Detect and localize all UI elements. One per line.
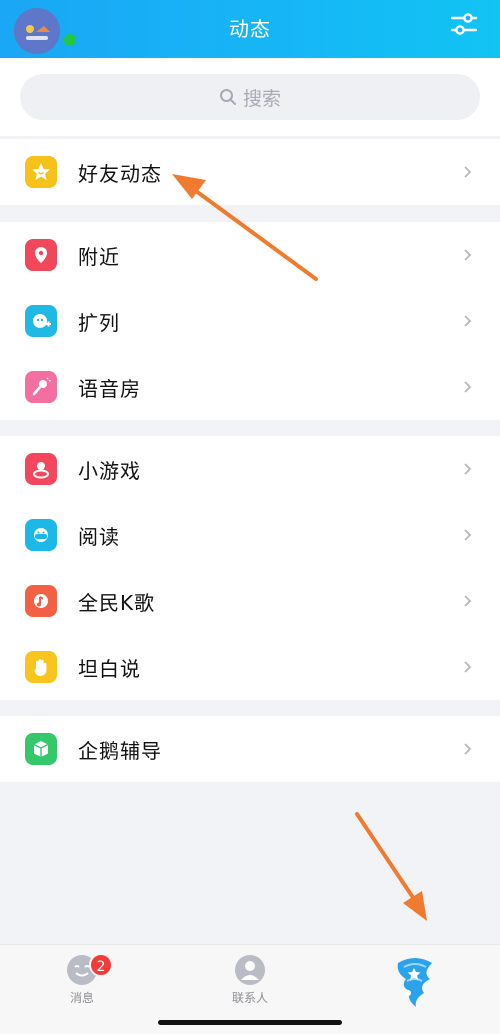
unread-badge: 2 [89, 953, 113, 977]
menu-item-tutoring[interactable]: 企鹅辅导 [0, 716, 500, 782]
chevron-right-icon [464, 529, 472, 541]
menu-group-entertainment: 小游戏 阅读 全民K歌 坦白说 [0, 436, 500, 700]
settings-button[interactable] [448, 8, 480, 40]
chevron-right-icon [464, 661, 472, 673]
menu-item-label: 全民K歌 [78, 590, 156, 615]
hand-icon [25, 651, 57, 683]
tab-label: 消息 [69, 991, 94, 1005]
search-placeholder: 搜索 [242, 87, 281, 110]
tab-messages[interactable]: 2 消息 [42, 953, 122, 1006]
tab-label: 联系人 [231, 991, 268, 1005]
location-pin-icon [25, 239, 57, 271]
header-bar: 动态 [0, 0, 500, 58]
tab-contacts[interactable]: 联系人 [210, 953, 290, 1006]
contacts-icon [235, 955, 265, 985]
chevron-right-icon [464, 595, 472, 607]
menu-group-social: 附近 扩列 语音房 [0, 222, 500, 420]
menu-item-label: 坦白说 [78, 656, 141, 681]
menu-item-nearby[interactable]: 附近 [0, 222, 500, 288]
menu-item-label: 企鹅辅导 [78, 738, 162, 763]
book-mask-icon [25, 519, 57, 551]
menu-item-label: 阅读 [78, 524, 120, 549]
microphone-icon [25, 371, 57, 403]
menu-item-label: 附近 [78, 244, 120, 269]
chevron-right-icon [464, 315, 472, 327]
home-indicator [158, 1020, 342, 1025]
menu-item-label: 小游戏 [78, 458, 141, 483]
menu-item-label: 扩列 [78, 310, 120, 335]
menu-item-voice-room[interactable]: 语音房 [0, 354, 500, 420]
chevron-right-icon [464, 743, 472, 755]
menu-item-label: 语音房 [78, 376, 141, 401]
menu-item-mini-games[interactable]: 小游戏 [0, 436, 500, 502]
menu-item-confession[interactable]: 坦白说 [0, 634, 500, 700]
sliders-icon [450, 13, 478, 35]
music-note-icon [25, 585, 57, 617]
chevron-right-icon [464, 166, 472, 178]
chevron-right-icon [464, 249, 472, 261]
chevron-right-icon [464, 463, 472, 475]
add-friend-icon [25, 305, 57, 337]
game-icon [25, 453, 57, 485]
menu-item-friend-feed[interactable]: 好友动态 [0, 139, 500, 205]
menu-group-friends: 好友动态 [0, 139, 500, 205]
star-icon [25, 156, 57, 188]
page-title: 动态 [229, 17, 271, 41]
menu-item-expand-list[interactable]: 扩列 [0, 288, 500, 354]
menu-item-reading[interactable]: 阅读 [0, 502, 500, 568]
menu-item-karaoke[interactable]: 全民K歌 [0, 568, 500, 634]
tab-explore[interactable] [375, 953, 455, 1009]
search-input[interactable]: 搜索 [20, 74, 480, 120]
tornado-star-icon [397, 958, 432, 1007]
arrow-to-explore-tab [355, 812, 427, 921]
search-icon [219, 89, 236, 105]
search-section: 搜索 [0, 58, 500, 136]
menu-group-education: 企鹅辅导 [0, 716, 500, 782]
cube-icon [25, 733, 57, 765]
menu-item-label: 好友动态 [78, 161, 162, 186]
chevron-right-icon [464, 381, 472, 393]
